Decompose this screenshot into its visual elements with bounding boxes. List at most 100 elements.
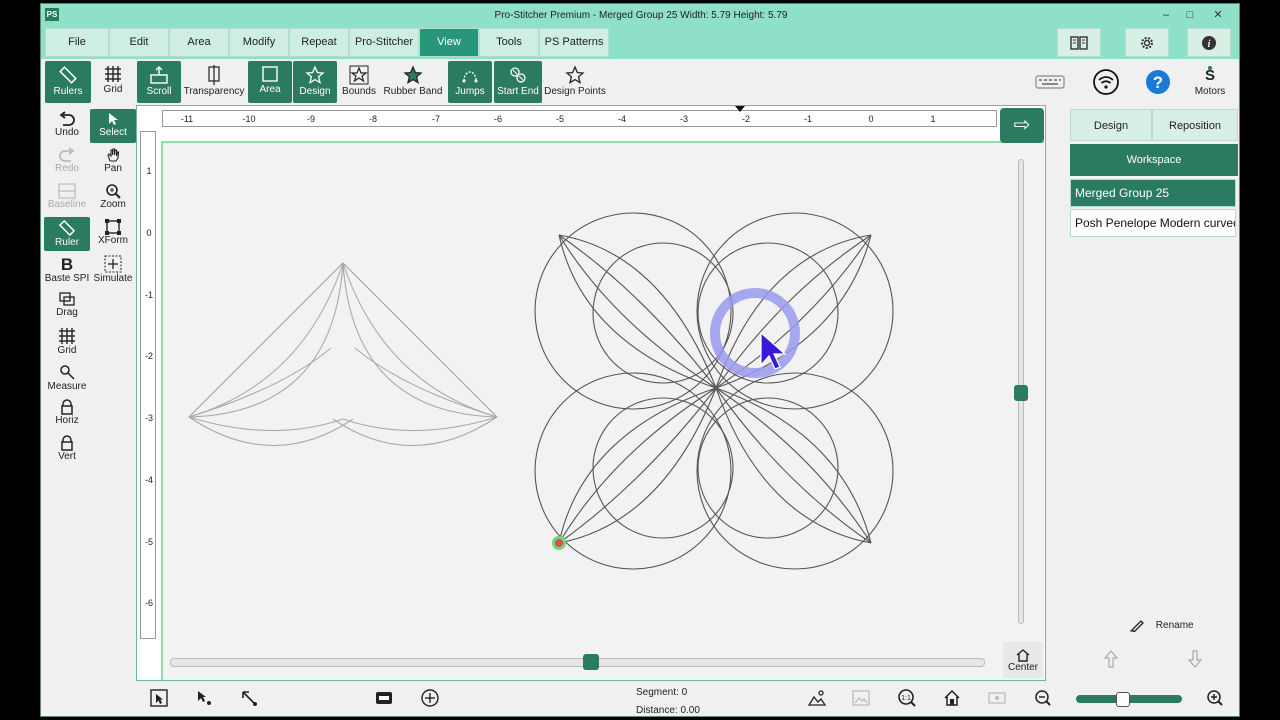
- app-window: PS Pro-Stitcher Premium - Merged Group 2…: [40, 3, 1240, 717]
- horizontal-scrollbar[interactable]: [170, 658, 985, 667]
- design-canvas[interactable]: [161, 141, 1044, 680]
- home-view-button[interactable]: [940, 688, 964, 712]
- select-tool[interactable]: Select: [90, 109, 136, 143]
- tab-modify[interactable]: Modify: [229, 28, 289, 57]
- pan-tool[interactable]: Pan: [90, 145, 136, 179]
- tab-edit[interactable]: Edit: [109, 28, 169, 57]
- transparency-icon: [208, 65, 220, 85]
- zoom-out-button[interactable]: [1031, 688, 1055, 712]
- grid-toggle[interactable]: Grid: [91, 61, 135, 103]
- start-end-toggle[interactable]: Start End: [494, 61, 542, 103]
- ruler-tool[interactable]: Ruler: [44, 217, 90, 251]
- tab-pro-stitcher[interactable]: Pro-Stitcher: [349, 28, 419, 57]
- keyboard-button[interactable]: [1033, 61, 1067, 103]
- motors-button[interactable]: S Motors: [1189, 61, 1231, 103]
- rulers-toggle[interactable]: Rulers: [45, 61, 91, 103]
- list-item[interactable]: Merged Group 25: [1070, 179, 1236, 207]
- tab-view[interactable]: View: [419, 28, 479, 57]
- simulate-label: Simulate: [93, 273, 133, 284]
- tab-tools[interactable]: Tools: [479, 28, 539, 57]
- tab-repeat[interactable]: Repeat: [289, 28, 349, 57]
- expand-panel-button[interactable]: ⇨: [1000, 108, 1044, 143]
- view-picture-button[interactable]: [849, 688, 873, 712]
- svg-text:i: i: [1208, 39, 1211, 50]
- scroll-toggle[interactable]: Scroll: [137, 61, 181, 103]
- zoom-in-button[interactable]: [1203, 688, 1227, 712]
- zoom-out-icon: [1035, 690, 1051, 706]
- move-up-button[interactable]: [1103, 649, 1123, 669]
- measure-label: Measure: [47, 381, 87, 392]
- start-point-marker[interactable]: [552, 536, 566, 550]
- area-toggle[interactable]: Area: [248, 61, 292, 103]
- list-item[interactable]: Posh Penelope Modern curved: [1070, 209, 1236, 237]
- vertical-scroll-handle[interactable]: [1014, 385, 1028, 401]
- drag-tool[interactable]: Drag: [44, 289, 90, 323]
- tab-reposition[interactable]: Reposition: [1152, 109, 1238, 141]
- pencil-icon: [1130, 620, 1144, 633]
- undo-icon: [59, 111, 75, 126]
- zoom-tool[interactable]: Zoom: [90, 181, 136, 215]
- view-design-button[interactable]: [805, 688, 829, 712]
- design-toggle[interactable]: Design: [293, 61, 337, 103]
- zoom-1to1-button[interactable]: 1:1: [895, 688, 919, 712]
- redo-button[interactable]: Redo: [44, 145, 90, 179]
- select-box-button[interactable]: [147, 688, 171, 712]
- h-tick: -8: [368, 114, 377, 124]
- merged-group-design[interactable]: [534, 212, 894, 570]
- maximize-icon[interactable]: □: [1179, 8, 1201, 22]
- baseline-tool[interactable]: Baseline: [44, 181, 90, 215]
- h-tick: -9: [306, 114, 315, 124]
- ruler-label: Ruler: [55, 237, 79, 248]
- zoom-in-icon: [1207, 690, 1223, 706]
- wifi-button[interactable]: [1089, 61, 1123, 103]
- rename-button[interactable]: Rename: [1129, 618, 1194, 633]
- settings-button[interactable]: [1125, 28, 1169, 57]
- motors-icon: S: [1205, 66, 1215, 84]
- transparency-toggle[interactable]: Transparency: [183, 61, 245, 103]
- horiz-lock[interactable]: Horiz: [44, 397, 90, 431]
- lock-icon: [61, 435, 73, 451]
- info-button[interactable]: i: [1187, 28, 1231, 57]
- select-prev-button[interactable]: [192, 688, 216, 712]
- canvas-drawing: [188, 212, 894, 570]
- tab-area[interactable]: Area: [169, 28, 229, 57]
- center-button[interactable]: Center: [1003, 642, 1043, 678]
- manual-button[interactable]: [1057, 28, 1101, 57]
- h-tick: -7: [431, 114, 440, 124]
- posh-penelope-design[interactable]: [188, 262, 498, 447]
- status-readout: Segment: 0 Distance: 0.00: [636, 684, 700, 716]
- grid-tool-label: Grid: [57, 345, 77, 356]
- picture-person-icon: [807, 690, 827, 706]
- export-button[interactable]: [372, 688, 396, 712]
- rename-label: Rename: [1155, 619, 1194, 631]
- simulate-tool[interactable]: Simulate: [90, 253, 136, 287]
- baste-spi-tool[interactable]: B Baste SPI: [44, 253, 90, 287]
- grid-tool[interactable]: Grid: [44, 325, 90, 359]
- grid-label: Grid: [103, 84, 123, 95]
- ruler-icon: [59, 66, 77, 84]
- zoom-slider-handle[interactable]: [1116, 692, 1130, 707]
- vert-lock[interactable]: Vert: [44, 433, 90, 467]
- select-next-button[interactable]: [237, 688, 261, 712]
- cursor-highlight-ring: [710, 288, 800, 378]
- bounds-star-icon: [349, 65, 369, 85]
- help-button[interactable]: ?: [1141, 61, 1175, 103]
- bounds-toggle[interactable]: Bounds: [339, 61, 379, 103]
- move-down-button[interactable]: [1187, 649, 1207, 669]
- minimize-icon[interactable]: –: [1155, 8, 1177, 22]
- close-icon[interactable]: ✕: [1207, 8, 1229, 22]
- tab-file[interactable]: File: [45, 28, 109, 57]
- design-points-toggle[interactable]: Design Points: [544, 61, 606, 103]
- measure-tool[interactable]: Measure: [44, 361, 90, 395]
- undo-button[interactable]: Undo: [44, 109, 90, 143]
- stitch-options-button[interactable]: [418, 688, 442, 712]
- rubber-band-toggle[interactable]: Rubber Band: [383, 61, 443, 103]
- jumps-toggle[interactable]: Jumps: [448, 61, 492, 103]
- horizontal-scroll-handle[interactable]: [583, 654, 599, 670]
- help-icon: ?: [1146, 70, 1170, 94]
- xform-tool[interactable]: XForm: [90, 217, 136, 251]
- machine-view-button[interactable]: [985, 688, 1009, 712]
- tab-ps-patterns[interactable]: PS Patterns: [539, 28, 609, 57]
- workspace-header[interactable]: Workspace: [1070, 144, 1238, 176]
- tab-design[interactable]: Design: [1070, 109, 1152, 141]
